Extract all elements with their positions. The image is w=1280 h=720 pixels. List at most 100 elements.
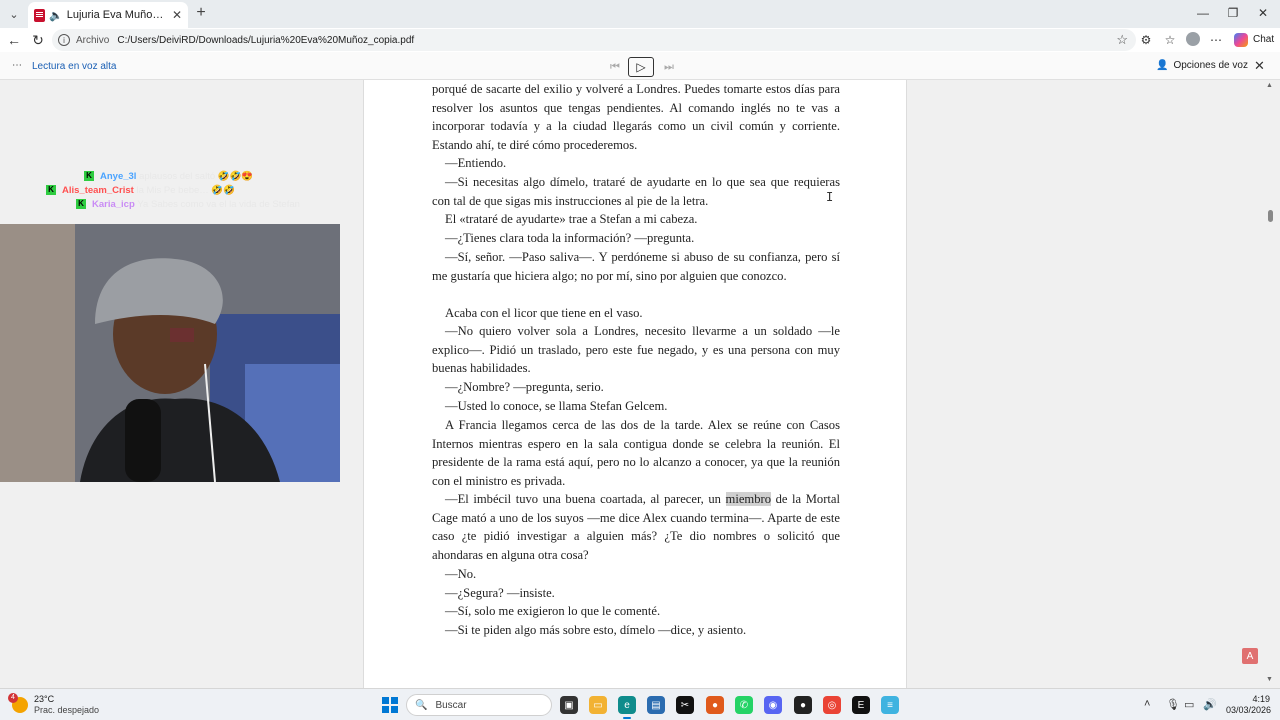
whatsapp-icon[interactable]: ✆ — [735, 696, 753, 714]
restore-button[interactable]: ❐ — [1218, 4, 1248, 22]
read-aloud-close-icon[interactable]: ✕ — [1254, 58, 1265, 74]
stream-chat-message: K Alis_team_Crist la Mis Pe bebe… 🤣🤣 — [46, 185, 235, 196]
paragraph: —No. — [445, 567, 477, 581]
system-clock[interactable]: 4:19 03/03/2026 — [1226, 694, 1272, 716]
kick-badge-icon: K — [46, 185, 56, 196]
chat-text: aplausos del saltó 🤣🤣😍 — [139, 171, 254, 182]
paragraph: —Sí, señor. —Paso saliva—. Y perdóneme s… — [432, 250, 840, 283]
capcut-icon[interactable]: ✂ — [676, 696, 694, 714]
minimize-button[interactable]: — — [1188, 4, 1218, 22]
tab-list-chevron-icon[interactable]: ⌄ — [4, 4, 24, 24]
close-window-button[interactable]: ✕ — [1248, 4, 1278, 22]
chat-text: la Mis Pe bebe… 🤣🤣 — [136, 185, 236, 196]
read-aloud-highlight: miembro — [725, 492, 772, 506]
stream-chat-message: K Anye_3l aplausos del saltó 🤣🤣😍 — [84, 171, 253, 182]
paragraph: porqué de sacarte del exilio y volveré a… — [432, 82, 840, 153]
extensions-icon[interactable]: ⚙ — [1138, 32, 1154, 48]
weather-temperature: 23°C — [34, 694, 55, 704]
paragraph: —¿Nombre? —pregunta, serio. — [445, 380, 604, 394]
taskbar-search[interactable]: 🔍 Buscar — [406, 694, 552, 716]
chat-username: Anye_3l — [100, 171, 137, 182]
address-url[interactable]: C:/Users/DeiviRD/Downloads/Lujuria%20Eva… — [117, 35, 414, 46]
paragraph: —No quiero volver sola a Londres, necesi… — [432, 324, 840, 376]
discord-icon[interactable]: ◉ — [764, 696, 782, 714]
kick-badge-icon: K — [84, 171, 94, 182]
paragraph-text: —El imbécil tuvo una buena coartada, al … — [445, 492, 726, 506]
site-info-icon[interactable]: i — [58, 34, 70, 46]
taskbar: 4 23°C Prac. despejado 🔍 Buscar ▣ ▭ e ▤ … — [0, 688, 1280, 720]
copilot-icon[interactable] — [1234, 33, 1248, 47]
address-bar[interactable]: i Archivo C:/Users/DeiviRD/Downloads/Luj… — [52, 29, 1136, 51]
paragraph: El «trataré de ayudarte» trae a Stefan a… — [445, 212, 698, 226]
webcam-overlay — [0, 224, 340, 482]
stream-chat-message: K Karia_icp Ya Sabes como va el la vida d… — [76, 199, 300, 210]
paragraph: —Usted lo conoce, se llama Stefan Gelcem… — [445, 399, 668, 413]
tray-chevron-icon[interactable]: ˄ — [1144, 698, 1150, 710]
back-button[interactable]: ← — [4, 30, 24, 50]
paragraph: —Si te piden algo más sobre esto, dímelo… — [445, 623, 747, 637]
read-aloud-menu-icon[interactable]: ⋯ — [12, 60, 23, 71]
chrome-icon[interactable]: ◎ — [823, 696, 841, 714]
notification-badge: 4 — [8, 693, 18, 703]
app-icon[interactable]: ● — [706, 696, 724, 714]
acrobat-icon[interactable]: A — [1242, 648, 1258, 664]
tab-title: Lujuria Eva Muñoz_copia.pdf — [66, 9, 168, 21]
task-view-icon[interactable]: ▣ — [560, 696, 578, 714]
voice-options-label: Opciones de voz — [1173, 60, 1248, 71]
tab-pdf[interactable]: 🔈 Lujuria Eva Muñoz_copia.pdf ✕ — [28, 2, 188, 28]
scroll-down-arrow-icon[interactable]: ▼ — [1266, 676, 1273, 683]
volume-icon[interactable]: 🔊 — [1203, 698, 1217, 711]
paragraph: —Entiendo. — [445, 156, 507, 170]
search-placeholder: Buscar — [435, 699, 467, 711]
notepad-icon[interactable]: ≡ — [881, 696, 899, 714]
paragraph: —Sí, solo me exigieron lo que le comenté… — [445, 604, 661, 618]
new-tab-button[interactable]: + — [192, 4, 210, 22]
read-aloud-label: Lectura en voz alta — [32, 61, 117, 72]
edge-browser-icon[interactable]: e — [618, 696, 636, 719]
voice-options-icon: 👤 — [1156, 60, 1169, 71]
text-cursor-icon: I — [826, 190, 834, 204]
paragraph: A Francia llegamos cerca de las dos de l… — [432, 418, 840, 489]
start-button[interactable] — [382, 697, 398, 713]
search-icon: 🔍 — [415, 699, 428, 711]
pdf-file-icon — [34, 8, 45, 22]
paragraph: —¿Segura? —insiste. — [445, 586, 555, 600]
refresh-button[interactable]: ↻ — [28, 30, 48, 50]
more-menu-icon[interactable]: ⋯ — [1208, 32, 1224, 48]
sun-icon: 4 — [8, 693, 28, 713]
app-icon[interactable]: ● — [794, 696, 812, 714]
file-explorer-icon[interactable]: ▭ — [589, 696, 607, 714]
network-icon[interactable]: ▭ — [1184, 698, 1194, 711]
favorite-star-icon[interactable]: ☆ — [1116, 32, 1128, 48]
paragraph: —Si necesitas algo dímelo, trataré de ay… — [432, 175, 840, 208]
clock-time: 4:19 — [1252, 694, 1270, 704]
store-icon[interactable]: ▤ — [647, 696, 665, 714]
chat-label[interactable]: Chat — [1253, 34, 1274, 45]
epic-games-icon[interactable]: E — [852, 696, 870, 714]
chat-text: Ya Sabes como va el la vida de Stefan — [137, 199, 300, 210]
play-button[interactable]: ▷ — [628, 57, 654, 77]
clock-date: 03/03/2026 — [1226, 705, 1272, 715]
favorites-icon[interactable]: ☆ — [1162, 32, 1178, 48]
kick-badge-icon: K — [76, 199, 86, 210]
weather-condition: Prac. despejado — [34, 705, 100, 715]
speaker-icon[interactable]: 🔈 — [49, 9, 63, 22]
profile-avatar[interactable] — [1186, 32, 1200, 46]
chat-username: Karia_icp — [92, 199, 135, 210]
paragraph-current: —El imbécil tuvo una buena coartada, al … — [432, 490, 840, 565]
tab-close-icon[interactable]: ✕ — [172, 8, 182, 22]
read-aloud-bar: ⋯ Lectura en voz alta ⏮ ▷ ⏭ 👤 Opciones d… — [0, 52, 1280, 80]
previous-paragraph-icon[interactable]: ⏮ — [602, 57, 628, 77]
tab-strip: ⌄ 🔈 Lujuria Eva Muñoz_copia.pdf ✕ + — ❐ … — [0, 0, 1280, 28]
pdf-page: porqué de sacarte del exilio y volveré a… — [363, 80, 907, 688]
browser-toolbar: ← ↻ i Archivo C:/Users/DeiviRD/Downloads… — [0, 28, 1280, 52]
microphone-icon[interactable]: 🎙 — [1166, 698, 1180, 711]
next-paragraph-icon[interactable]: ⏭ — [656, 57, 682, 77]
weather-widget[interactable]: 4 23°C Prac. despejado — [8, 693, 100, 716]
paragraph: Acaba con el licor que tiene en el vaso. — [445, 306, 643, 320]
scrollbar-thumb[interactable] — [1268, 210, 1273, 222]
webcam-feed-image — [0, 224, 340, 482]
paragraph: —¿Tienes clara toda la información? —pre… — [445, 231, 695, 245]
scroll-up-arrow-icon[interactable]: ▲ — [1266, 82, 1273, 89]
voice-options-button[interactable]: 👤 Opciones de voz — [1156, 60, 1248, 71]
